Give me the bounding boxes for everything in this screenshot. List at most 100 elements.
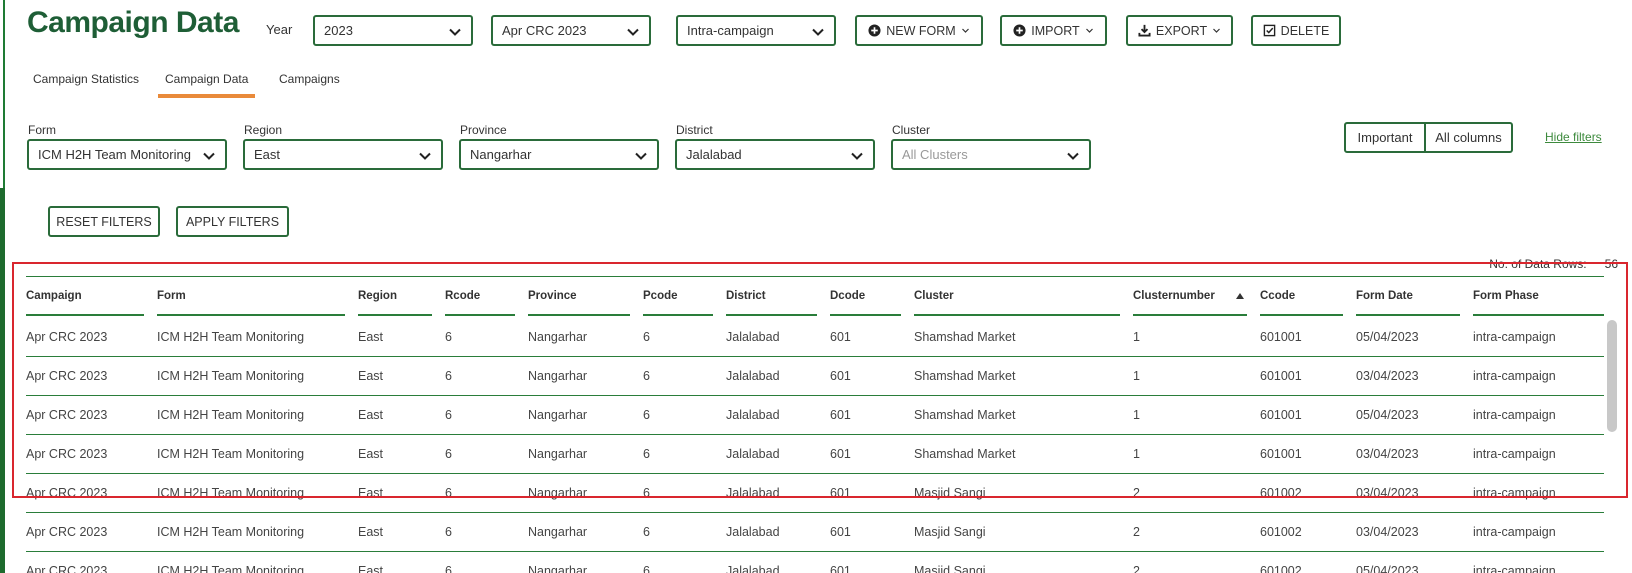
year-select[interactable]: 2023: [313, 15, 473, 46]
export-label: EXPORT: [1155, 23, 1208, 38]
column-underline: [726, 314, 817, 316]
hide-filters-link[interactable]: Hide filters: [1545, 130, 1602, 144]
table-scrollbar[interactable]: [1607, 320, 1617, 432]
reset-filters-label: RESET FILTERS: [56, 214, 152, 229]
table-row[interactable]: Apr CRC 2023 ICM H2H Team Monitoring Eas…: [26, 357, 1604, 396]
cell-district: Jalalabad: [726, 564, 780, 573]
cell-cluster: Shamshad Market: [914, 369, 1016, 383]
table-row[interactable]: Apr CRC 2023 ICM H2H Team Monitoring Eas…: [26, 318, 1604, 357]
cell-campaign: Apr CRC 2023: [26, 525, 108, 539]
page-title: Campaign Data: [27, 6, 239, 39]
column-header-region[interactable]: Region: [358, 290, 397, 302]
column-header-clusternumber[interactable]: Clusternumber: [1133, 290, 1215, 302]
table-row[interactable]: Apr CRC 2023 ICM H2H Team Monitoring Eas…: [26, 435, 1604, 474]
tab-campaigns[interactable]: Campaigns: [272, 68, 347, 98]
important-columns-toggle[interactable]: Important: [1346, 124, 1424, 151]
cell-clusternumber: 2: [1133, 564, 1140, 573]
region-filter-select[interactable]: East: [243, 139, 443, 170]
cell-campaign: Apr CRC 2023: [26, 486, 108, 500]
form-filter-select[interactable]: ICM H2H Team Monitoring: [27, 139, 227, 170]
tab-campaign-data[interactable]: Campaign Data: [158, 68, 255, 98]
cell-clusternumber: 1: [1133, 408, 1140, 422]
form-filter-value: ICM H2H Team Monitoring: [38, 147, 191, 162]
column-header-campaign[interactable]: Campaign: [26, 290, 82, 302]
cell-ccode: 601001: [1260, 330, 1302, 344]
column-underline: [830, 314, 901, 316]
column-underline: [1473, 314, 1604, 316]
chevron-down-icon: [627, 28, 639, 36]
left-accent-band: [0, 188, 5, 573]
cell-cluster: Masjid Sangi: [914, 486, 986, 500]
import-button[interactable]: IMPORT: [1000, 15, 1107, 46]
chevron-down-icon: [1213, 28, 1221, 33]
cell-province: Nangarhar: [528, 564, 588, 573]
cell-dcode: 601: [830, 447, 851, 461]
cell-ccode: 601002: [1260, 525, 1302, 539]
cell-clusternumber: 1: [1133, 447, 1140, 461]
column-header-form[interactable]: Form: [157, 290, 186, 302]
column-header-province[interactable]: Province: [528, 290, 577, 302]
cell-form-phase: intra-campaign: [1473, 369, 1556, 383]
cell-clusternumber: 1: [1133, 369, 1140, 383]
import-label: IMPORT: [1031, 23, 1080, 38]
cell-form: ICM H2H Team Monitoring: [157, 564, 305, 573]
cell-rcode: 6: [445, 369, 452, 383]
chevron-down-icon: [419, 152, 431, 160]
cell-ccode: 601001: [1260, 447, 1302, 461]
cell-province: Nangarhar: [528, 486, 588, 500]
chevron-down-icon: [851, 152, 863, 160]
cell-cluster: Shamshad Market: [914, 447, 1016, 461]
cell-form-date: 03/04/2023: [1356, 369, 1419, 383]
column-header-ccode[interactable]: Ccode: [1260, 290, 1295, 302]
cell-clusternumber: 2: [1133, 486, 1140, 500]
column-header-pcode[interactable]: Pcode: [643, 290, 678, 302]
table-row[interactable]: Apr CRC 2023 ICM H2H Team Monitoring Eas…: [26, 396, 1604, 435]
phase-select[interactable]: Intra-campaign: [676, 15, 836, 46]
cell-clusternumber: 1: [1133, 330, 1140, 344]
column-header-dcode[interactable]: Dcode: [830, 290, 865, 302]
tab-campaign-statistics[interactable]: Campaign Statistics: [26, 68, 146, 98]
column-underline: [1260, 314, 1343, 316]
cell-dcode: 601: [830, 525, 851, 539]
checkbox-icon: [1263, 24, 1275, 37]
apply-filters-button[interactable]: APPLY FILTERS: [176, 206, 289, 237]
new-form-button[interactable]: NEW FORM: [855, 15, 983, 46]
new-form-label: NEW FORM: [886, 23, 956, 38]
column-header-form-phase[interactable]: Form Phase: [1473, 290, 1539, 302]
delete-button[interactable]: DELETE: [1251, 15, 1341, 46]
district-filter-select[interactable]: Jalalabad: [675, 139, 875, 170]
cell-cluster: Shamshad Market: [914, 408, 1016, 422]
cluster-filter-label: Cluster: [892, 123, 931, 137]
cell-ccode: 601001: [1260, 369, 1302, 383]
campaign-select[interactable]: Apr CRC 2023: [491, 15, 651, 46]
cell-form: ICM H2H Team Monitoring: [157, 408, 305, 422]
province-filter-label: Province: [460, 123, 507, 137]
province-filter-select[interactable]: Nangarhar: [459, 139, 659, 170]
column-header-rcode[interactable]: Rcode: [445, 290, 480, 302]
campaign-select-value: Apr CRC 2023: [502, 23, 587, 38]
data-rows-count: No. of Data Rows: 56: [1489, 257, 1618, 271]
column-header-form-date[interactable]: Form Date: [1356, 290, 1413, 302]
all-columns-toggle[interactable]: All columns: [1424, 124, 1511, 151]
table-row[interactable]: Apr CRC 2023 ICM H2H Team Monitoring Eas…: [26, 513, 1604, 552]
cell-form-phase: intra-campaign: [1473, 525, 1556, 539]
year-label: Year: [266, 22, 293, 37]
year-select-value: 2023: [324, 23, 353, 38]
column-header-district[interactable]: District: [726, 290, 766, 302]
sort-ascending-icon: [1236, 293, 1244, 299]
cell-campaign: Apr CRC 2023: [26, 564, 108, 573]
reset-filters-button[interactable]: RESET FILTERS: [48, 206, 160, 237]
cell-region: East: [358, 486, 384, 500]
cell-form-date: 03/04/2023: [1356, 447, 1419, 461]
cell-district: Jalalabad: [726, 330, 780, 344]
table-row[interactable]: Apr CRC 2023 ICM H2H Team Monitoring Eas…: [26, 474, 1604, 513]
cell-dcode: 601: [830, 369, 851, 383]
cluster-filter-select[interactable]: All Clusters: [891, 139, 1091, 170]
column-underline: [1356, 314, 1460, 316]
cell-pcode: 6: [643, 330, 650, 344]
cell-clusternumber: 2: [1133, 525, 1140, 539]
cell-rcode: 6: [445, 525, 452, 539]
column-header-cluster[interactable]: Cluster: [914, 290, 954, 302]
export-button[interactable]: EXPORT: [1126, 15, 1233, 46]
table-row[interactable]: Apr CRC 2023 ICM H2H Team Monitoring Eas…: [26, 552, 1604, 573]
